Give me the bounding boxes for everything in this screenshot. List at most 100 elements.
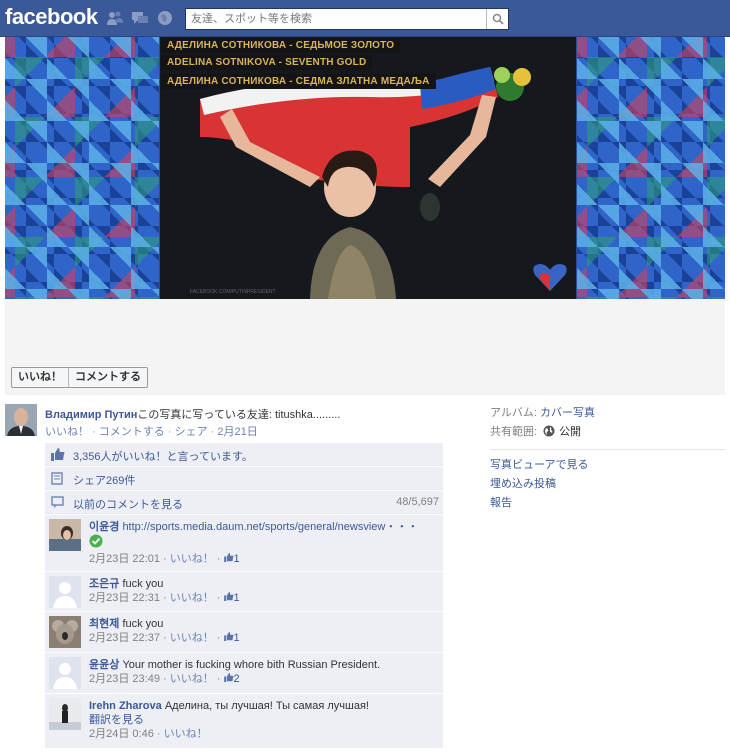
search-box [185,8,509,30]
comment-like-count-icon [223,553,233,562]
comment-like-count[interactable]: 1 [234,632,240,644]
comment-like-link[interactable]: いいね！ [170,553,214,565]
sidebar-divider [490,449,725,450]
post-date[interactable]: 2月21日 [217,426,257,438]
caption-serbian: АДЕЛИНА СОТНИКОВА - СЕДМА ЗЛАТНА МЕДАЉА [161,74,436,89]
commenter-avatar[interactable] [49,519,81,551]
commenter-name[interactable]: 이윤경 [89,521,119,533]
commenter-name[interactable]: Irehn Zharova [89,700,162,712]
post-author-name[interactable]: Владимир Путин [45,409,137,421]
search-button[interactable] [486,9,508,29]
translate-link[interactable]: 翻訳を見る [89,714,144,726]
post-share-link[interactable]: シェア [175,426,208,438]
sochi-heart-icon [533,264,567,291]
album-label: アルバム: [490,407,537,419]
album-row: アルバム: カバー写真 [490,404,725,423]
comment-item: 이윤경 http://sports.media.daum.net/sports/… [45,515,443,571]
comment-like-link[interactable]: いいね！ [170,673,214,685]
comment-like-count-icon [223,632,233,641]
comment-text: fuck you [122,618,164,630]
verified-check-icon [89,534,103,548]
koala-photo [49,616,81,648]
embed-post-link[interactable]: 埋め込み投稿 [490,475,725,494]
comment-like-count[interactable]: 2 [234,673,240,685]
messages-icon[interactable] [131,10,149,26]
search-icon [492,13,504,25]
patchwork-pattern-left [5,37,159,299]
comment-timestamp[interactable]: 2月23日 22:31 [89,592,160,604]
comment-bubble-icon [51,496,64,508]
comment-body: 최현제 fuck you 2月23日 22:37 · いいね！ · 1 [89,617,437,645]
post-comment-link[interactable]: コメントする [99,426,165,438]
shares-count-link[interactable]: シェア269件 [73,472,135,488]
comment-text: fuck you [122,578,164,590]
commenter-avatar[interactable] [49,657,81,689]
caption-english: ADELINA SOTNIKOVA - SEVENTH GOLD [161,55,373,70]
comment-like-count-icon [223,673,233,682]
post-text: この写真に写っている友達: titushka......... [137,409,341,421]
comment-meta: 2月24日 0:46 · いいね！ [89,728,208,740]
comment-item: Irehn Zharova Аделина, ты лучшая! Ты сам… [45,694,443,748]
comment-body: Irehn Zharova Аделина, ты лучшая! Ты сам… [89,699,437,741]
top-bar: facebook [0,0,730,37]
comment-link[interactable]: http://sports.media.daum.net/sports/gene… [122,521,418,533]
comment-item: 윤윤상 Your mother is fucking whore bith Ru… [45,653,443,693]
likes-count-link[interactable]: 3,356人がいいね！と言っています。 [73,448,253,464]
search-input[interactable] [186,9,484,29]
commenter-avatar[interactable] [49,576,81,608]
photo-stage: АДЕЛИНА СОТНИКОВА - СЕДЬМОЕ ЗОЛОТО ADELI… [5,37,725,395]
notifications-icon[interactable] [156,10,174,26]
privacy-row: 共有範囲: 公開 [490,423,725,442]
view-previous-comments-link[interactable]: 以前のコメントを見る [73,496,183,512]
comment-like-link[interactable]: いいね！ [164,728,208,740]
share-icon [51,472,63,485]
comment-text: Аделина, ты лучшая! Ты самая лучшая! [164,700,369,712]
comment-like-count[interactable]: 1 [234,592,240,604]
comment-meta: 2月23日 22:37 · いいね！ · 1 [89,632,240,644]
comment-like-link[interactable]: いいね！ [170,592,214,604]
commenter-name[interactable]: 윤윤상 [89,659,119,671]
likes-row: 3,356人がいいね！と言っています。 [45,443,443,466]
commenter-avatar[interactable] [49,616,81,648]
feedback-section: 3,356人がいいね！と言っています。 シェア269件 以前のコメントを見る 4… [45,443,443,749]
comment-item: 조은규 fuck you 2月23日 22:31 · いいね！ · 1 [45,572,443,611]
privacy-value[interactable]: 公開 [559,426,581,438]
skater-photo: АДЕЛИНА СОТНИКОВА - СЕДЬМОЕ ЗОЛОТО ADELI… [160,37,576,299]
commenter-avatar[interactable] [49,698,81,730]
commenter-name[interactable]: 최현제 [89,618,119,630]
comment-like-link[interactable]: いいね！ [170,632,214,644]
post-like-link[interactable]: いいね！ [45,426,89,438]
like-button[interactable]: いいね！ [12,368,68,387]
comment-timestamp[interactable]: 2月23日 22:37 [89,632,160,644]
comment-timestamp[interactable]: 2月24日 0:46 [89,728,154,740]
report-link[interactable]: 報告 [490,494,725,513]
facebook-logo[interactable]: facebook [5,4,98,30]
album-link[interactable]: カバー写真 [540,407,595,419]
commenter-photo [49,519,81,551]
author-photo [5,404,37,436]
commenter-name[interactable]: 조은규 [89,578,119,590]
comment-pager-count: 48/5,697 [396,496,439,508]
post-author-line: Владимир Путинこの写真に写っている友達: titushka....… [45,406,340,422]
comment-timestamp[interactable]: 2月23日 23:49 [89,673,160,685]
comment-like-count-icon [223,592,233,601]
comment-button[interactable]: コメントする [69,368,147,387]
comment-meta: 2月23日 23:49 · いいね！ · 2 [89,673,240,685]
cover-photo[interactable]: АДЕЛИНА СОТНИКОВА - СЕДЬМОЕ ЗОЛОТО ADELI… [5,37,725,299]
comment-text: Your mother is fucking whore bith Russia… [122,659,381,671]
view-in-photo-viewer-link[interactable]: 写真ビューアで見る [490,456,725,475]
default-avatar-icon [49,657,81,689]
comment-like-count[interactable]: 1 [234,553,240,565]
photo-watermark: FACEBOOK.COM/PUTINPRESIDENT [190,289,276,295]
author-avatar[interactable] [5,404,37,436]
photo-action-buttons: いいね！ コメントする [11,367,148,388]
photo-info-sidebar: アルバム: カバー写真 共有範囲: 公開 写真ビューアで見る 埋め込み投稿 報告 [490,404,725,513]
privacy-label: 共有範囲: [490,426,538,438]
patchwork-pattern-right [577,37,725,299]
comment-body: 윤윤상 Your mother is fucking whore bith Ru… [89,658,437,686]
comment-meta: 2月23日 22:01 · いいね！ · 1 [89,553,240,565]
friend-requests-icon[interactable] [106,10,124,26]
post-meta: いいね！ · コメントする · シェア · 2月21日 [45,426,258,438]
commenter-photo [49,698,81,730]
comment-timestamp[interactable]: 2月23日 22:01 [89,553,160,565]
